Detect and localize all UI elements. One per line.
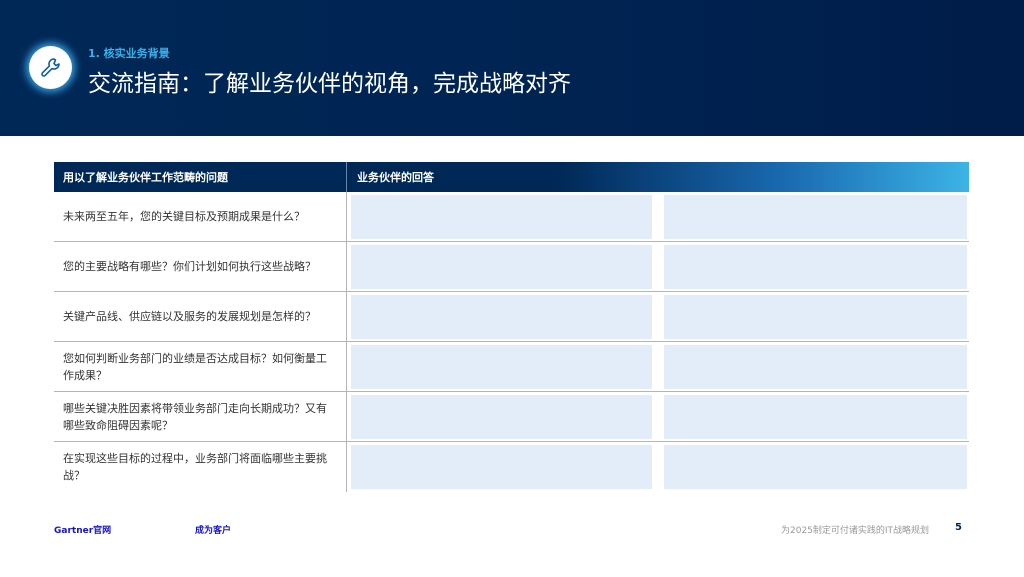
question-cell: 在实现这些目标的过程中，业务部门将面临哪些主要挑战？ (54, 442, 347, 492)
table-row: 您如何判断业务部门的业绩是否达成目标？如何衡量工作成果？ (54, 342, 969, 392)
header-questions: 用以了解业务伙伴工作范畴的问题 (54, 162, 347, 192)
document-title: 为2025制定可付诸实践的IT战略规划 (781, 526, 930, 536)
gartner-link[interactable]: Gartner官网 (54, 523, 111, 536)
become-client-link[interactable]: 成为客户 (195, 523, 231, 536)
page-title: 交流指南：了解业务伙伴的视角，完成战略对齐 (88, 71, 571, 97)
table-header: 用以了解业务伙伴工作范畴的问题 业务伙伴的回答 (54, 162, 969, 192)
question-cell: 您如何判断业务部门的业绩是否达成目标？如何衡量工作成果？ (54, 342, 347, 391)
header-answers: 业务伙伴的回答 (357, 171, 434, 184)
table-row: 您的主要战略有哪些？你们计划如何执行这些战略？ (54, 242, 969, 292)
table-row: 在实现这些目标的过程中，业务部门将面临哪些主要挑战？ (54, 442, 969, 492)
wrench-icon (29, 46, 72, 89)
answer-field[interactable] (664, 195, 967, 239)
answer-field[interactable] (351, 445, 652, 489)
table-row: 关键产品线、供应链以及服务的发展规划是怎样的？ (54, 292, 969, 342)
answer-field[interactable] (664, 445, 967, 489)
table-row: 哪些关键决胜因素将带领业务部门走向长期成功？又有哪些致命阻碍因素呢？ (54, 392, 969, 442)
answer-field[interactable] (351, 345, 652, 389)
answer-field[interactable] (664, 295, 967, 339)
header-banner: 1. 核实业务背景 交流指南：了解业务伙伴的视角，完成战略对齐 (0, 0, 1024, 136)
question-table: 用以了解业务伙伴工作范畴的问题 业务伙伴的回答 未来两至五年，您的关键目标及预期… (54, 162, 969, 492)
answer-field[interactable] (351, 245, 652, 289)
section-kicker: 1. 核实业务背景 (88, 47, 170, 60)
answer-field[interactable] (351, 395, 652, 439)
answer-field[interactable] (351, 195, 652, 239)
table-row: 未来两至五年，您的关键目标及预期成果是什么？ (54, 192, 969, 242)
answer-field[interactable] (664, 345, 967, 389)
question-cell: 关键产品线、供应链以及服务的发展规划是怎样的？ (54, 292, 347, 341)
answer-field[interactable] (351, 295, 652, 339)
answer-field[interactable] (664, 245, 967, 289)
page-number: 5 (955, 522, 962, 533)
question-cell: 您的主要战略有哪些？你们计划如何执行这些战略？ (54, 242, 347, 291)
question-cell: 未来两至五年，您的关键目标及预期成果是什么？ (54, 192, 347, 241)
question-cell: 哪些关键决胜因素将带领业务部门走向长期成功？又有哪些致命阻碍因素呢？ (54, 392, 347, 441)
answer-field[interactable] (664, 395, 967, 439)
